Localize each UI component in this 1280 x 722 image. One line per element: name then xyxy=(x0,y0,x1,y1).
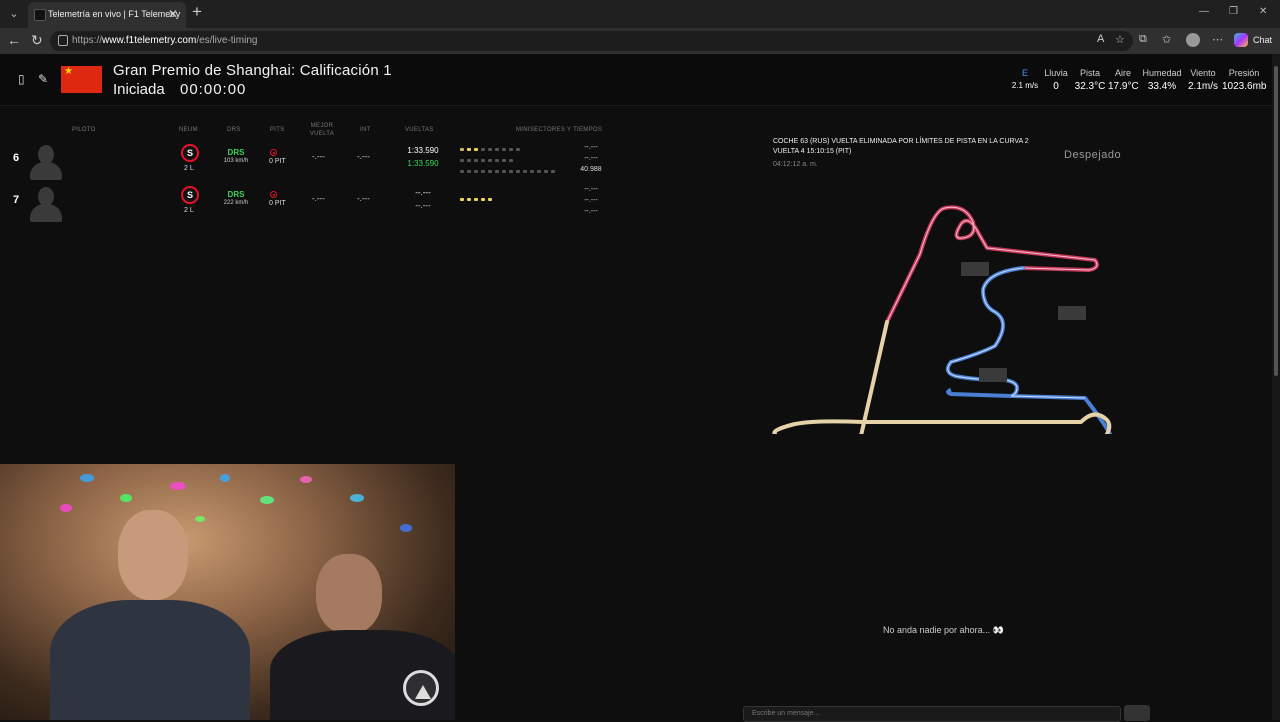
weather-humidity: Humedad 33.4% xyxy=(1142,68,1182,92)
browser-address-bar: ← ↻ https://www.f1telemetry.com/es/live-… xyxy=(0,28,1280,54)
race-control-message: COCHE 63 (RUS) VUELTA ELIMINADA POR LÍMI… xyxy=(773,138,1029,155)
interval: -.--- xyxy=(357,152,370,161)
favorites-icon[interactable]: ✩ xyxy=(1162,33,1171,46)
chat-empty-message: No anda nadie por ahora... 👀 xyxy=(883,625,1004,635)
sector3-time: --.--- xyxy=(584,208,598,215)
session-status: Iniciada xyxy=(113,81,165,98)
weather-wind: Viento 2.1m/s xyxy=(1187,68,1218,92)
track-sector-1 xyxy=(885,205,1099,324)
weather-air-temp: Aire 17.9°C xyxy=(1108,68,1139,92)
session-header: ▯ ✎ ★ Gran Premio de Shanghai: Calificac… xyxy=(0,54,1272,106)
pit-count: 0 PIT xyxy=(269,158,286,165)
tyre-age: 2 L xyxy=(184,207,194,214)
favorite-star-icon[interactable]: ☆ xyxy=(1115,33,1125,46)
col-header-int: INT xyxy=(360,127,371,133)
soft-tyre-icon: S xyxy=(181,144,199,162)
copilot-chat-label[interactable]: Chat xyxy=(1253,35,1272,45)
table-row[interactable]: 7 S 2 L DRS 222 km/h 0 PIT -.--- -.--- -… xyxy=(0,182,620,224)
col-header-drs: DRS xyxy=(227,127,241,133)
turn-marker xyxy=(1058,306,1086,320)
col-header-best-lap: MEJOR VUELTA xyxy=(309,123,335,137)
weather-wind-direction: E 2.1 m/s xyxy=(1011,68,1039,90)
best-lap-time: 1:33.590 xyxy=(407,159,439,168)
minisector-bars xyxy=(460,194,495,205)
minisector-bars xyxy=(460,144,558,177)
drs-indicator: DRS xyxy=(227,190,245,199)
read-aloud-icon[interactable]: A xyxy=(1097,33,1104,45)
new-tab-icon[interactable]: + xyxy=(192,2,202,22)
driver-position: 7 xyxy=(13,194,20,206)
turn-marker xyxy=(979,368,1007,382)
turn-marker xyxy=(961,262,989,276)
track-map xyxy=(772,205,1112,434)
pit-status-icon xyxy=(270,149,277,156)
race-control-time: 04:12:12 a. m. xyxy=(773,161,818,168)
profile-avatar[interactable] xyxy=(1186,33,1200,47)
sector3-time: 40.988 xyxy=(580,166,602,173)
restore-icon[interactable]: ❐ xyxy=(1229,6,1238,17)
best-lap-gap: -.--- xyxy=(312,152,325,161)
drs-indicator: DRS xyxy=(227,148,245,157)
tab-favicon-icon xyxy=(34,9,46,21)
flag-star-icon: ★ xyxy=(64,66,73,77)
tyre-age: 2 L xyxy=(184,165,194,172)
weather-condition: Despejado xyxy=(1064,149,1122,161)
col-header-minisectors: MINISECTORES Y TIEMPOS xyxy=(516,127,603,133)
china-flag: ★ xyxy=(61,66,102,93)
weather-pressure: Presión 1023.6mb xyxy=(1222,68,1267,92)
session-title: Gran Premio de Shanghai: Calificación 1 xyxy=(113,62,392,79)
track-sector-2 xyxy=(945,266,1112,434)
site-info-icon[interactable] xyxy=(58,35,68,46)
driver-avatar xyxy=(27,142,65,180)
best-lap-gap: -.--- xyxy=(312,194,325,203)
chat-send-button[interactable] xyxy=(1124,705,1150,721)
session-clock: 00:00:00 xyxy=(180,81,247,98)
webcam-overlay xyxy=(0,464,455,720)
sector1-time: --.--- xyxy=(584,144,598,151)
col-header-pits: PITS xyxy=(270,127,285,133)
person-left xyxy=(40,504,250,720)
last-lap-time: --.--- xyxy=(415,188,431,197)
col-header-driver: PILOTO xyxy=(72,127,96,133)
driver-avatar xyxy=(27,184,65,222)
browser-tab-bar: ⌄ Telemetría en vivo | F1 Telemetry ✕ + … xyxy=(0,0,1280,28)
url-input[interactable]: https://www.f1telemetry.com/es/live-timi… xyxy=(50,31,1133,51)
extensions-icon[interactable]: ⧉ xyxy=(1139,33,1147,46)
table-row[interactable]: 6 S 2 L DRS 103 km/h 0 PIT -.--- -.--- 1… xyxy=(0,140,620,182)
weather-rain: Lluvia 0 xyxy=(1044,68,1068,92)
copilot-icon[interactable] xyxy=(1234,33,1248,47)
soft-tyre-icon: S xyxy=(181,186,199,204)
tab-list-dropdown-icon[interactable]: ⌄ xyxy=(4,4,24,24)
window-close-icon[interactable]: ✕ xyxy=(1259,6,1267,17)
best-lap-time: --.--- xyxy=(415,201,431,210)
driver-position: 6 xyxy=(13,152,20,164)
weather-track-temp: Pista 32.3°C xyxy=(1074,68,1106,92)
speed-value: 222 km/h xyxy=(223,200,249,206)
more-options-icon[interactable]: ⋯ xyxy=(1212,33,1223,46)
edit-icon[interactable]: ✎ xyxy=(38,72,48,86)
stream-logo-icon xyxy=(403,670,439,706)
reload-icon[interactable]: ↻ xyxy=(31,32,43,49)
sector2-time: --.--- xyxy=(584,197,598,204)
speed-value: 103 km/h xyxy=(223,158,249,164)
col-header-laps: VUELTAS xyxy=(405,127,434,133)
pit-count: 0 PIT xyxy=(269,200,286,207)
browser-tab[interactable]: Telemetría en vivo | F1 Telemetry ✕ xyxy=(28,2,186,28)
last-lap-time: 1:33.590 xyxy=(407,146,439,155)
interval: -.--- xyxy=(357,194,370,203)
pit-status-icon xyxy=(270,191,277,198)
page-scrollbar[interactable] xyxy=(1272,54,1280,720)
tab-title: Telemetría en vivo | F1 Telemetry xyxy=(48,9,181,19)
sector1-time: --.--- xyxy=(584,186,598,193)
sector2-time: --.--- xyxy=(584,155,598,162)
url-text: https://www.f1telemetry.com/es/live-timi… xyxy=(72,35,258,46)
back-icon[interactable]: ← xyxy=(7,32,21,48)
minimize-icon[interactable]: — xyxy=(1199,6,1209,17)
tab-close-icon[interactable]: ✕ xyxy=(168,7,178,21)
sidebar-toggle-icon[interactable]: ▯ xyxy=(18,72,25,86)
col-header-tyre: NEUM xyxy=(179,127,198,133)
